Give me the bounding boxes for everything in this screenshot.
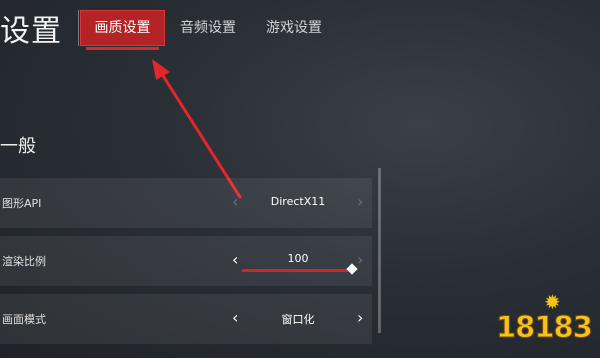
site-watermark: ✹ 18183 <box>496 290 600 346</box>
settings-list: 图形API ‹ DirectX11 › 渲染比例 ‹ 100 › 画面模式 ‹ … <box>0 166 375 358</box>
setting-row-display-mode: 画面模式 ‹ 窗口化 › <box>0 294 372 344</box>
setting-label-graphics-api: 图形API <box>2 197 42 210</box>
setting-row-render-scale: 渲染比例 ‹ 100 › <box>0 236 372 286</box>
setting-value-graphics-api: DirectX11 <box>270 195 326 208</box>
chevron-left-icon[interactable]: ‹ <box>232 250 238 270</box>
chevron-right-icon[interactable]: › <box>357 192 363 212</box>
chevron-left-icon[interactable]: ‹ <box>232 192 238 212</box>
chevron-left-icon[interactable]: ‹ <box>232 308 238 328</box>
watermark-text: 18183 <box>496 310 594 345</box>
chevron-right-icon[interactable]: › <box>357 308 363 328</box>
scrollbar[interactable] <box>378 168 381 333</box>
setting-label-render-scale: 渲染比例 <box>2 255 46 268</box>
slider-fill <box>242 269 352 272</box>
chevron-right-icon[interactable]: › <box>357 250 363 270</box>
render-scale-slider[interactable] <box>242 263 358 275</box>
section-title: 一般 <box>0 136 36 157</box>
setting-value-display-mode: 窗口化 <box>281 313 315 326</box>
setting-value-render-scale: 100 <box>287 252 309 265</box>
setting-label-display-mode: 画面模式 <box>2 313 46 326</box>
setting-row-graphics-api: 图形API ‹ DirectX11 › <box>0 178 372 228</box>
